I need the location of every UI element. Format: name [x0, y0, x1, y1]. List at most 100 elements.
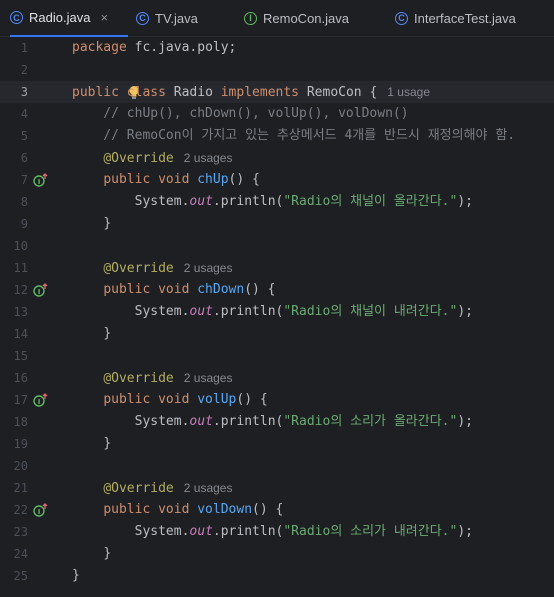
svg-text:I: I [38, 508, 41, 516]
keyword: public void [103, 502, 190, 517]
tab-label: RemoCon.java [263, 10, 349, 26]
class-icon: C [136, 11, 149, 25]
line-number: 8 [20, 195, 28, 209]
interface-name: RemoCon { [299, 85, 378, 100]
code-line: package fc.java.poly; [72, 37, 236, 59]
line-number: 25 [13, 569, 28, 583]
code-line: } [72, 323, 111, 345]
println: .println( [212, 194, 284, 209]
tab-interfacetest-java[interactable]: C InterfaceTest.java [395, 0, 516, 36]
code-line: public class Radio implements RemoCon {1… [72, 81, 430, 103]
line-number: 12 [13, 283, 28, 297]
svg-text:I: I [38, 288, 41, 296]
line-number: 19 [13, 437, 28, 451]
implements-method-icon[interactable]: I [33, 279, 49, 301]
out-field: out [189, 414, 213, 429]
editor-gutter: 1 2 3 4 5 6 7 8 9 10 11 12 13 14 15 16 1… [0, 37, 62, 597]
code-line: @Override 2 usages [72, 147, 232, 169]
tab-radio-java[interactable]: C Radio.java × [10, 0, 128, 37]
system: System. [134, 414, 190, 429]
editor-tab-bar: C Radio.java × C TV.java I RemoCon.java … [0, 0, 554, 37]
line-number: 16 [13, 371, 28, 385]
keyword: public [72, 85, 119, 100]
code-line: System.out.println("Radio의 채널이 올라간다."); [72, 191, 473, 213]
annotation: @Override [103, 261, 174, 276]
line-number: 6 [20, 151, 28, 165]
line-number: 22 [13, 503, 28, 517]
svg-text:I: I [38, 398, 41, 406]
line-number: 1 [20, 41, 28, 55]
tab-label: Radio.java [29, 10, 91, 25]
stmt-end: ); [457, 524, 473, 539]
code-line [72, 59, 139, 99]
line-number: 4 [20, 107, 28, 121]
annotation: @Override [103, 371, 174, 386]
line-number: 13 [13, 305, 28, 319]
line-number: 5 [20, 129, 28, 143]
line-number: 9 [20, 217, 28, 231]
svg-text:I: I [38, 178, 41, 186]
close-icon[interactable]: × [100, 10, 108, 25]
code-line: public void volDown() { [103, 502, 284, 517]
string-literal: "Radio의 채널이 올라간다." [283, 194, 458, 209]
implements-method-icon[interactable]: I [33, 389, 49, 411]
interface-icon: I [244, 11, 257, 25]
code-line: System.out.println("Radio의 소리가 올라간다."); [72, 411, 473, 433]
code-line: } [72, 433, 111, 455]
line-number: 2 [20, 63, 28, 77]
code-line: } [72, 543, 111, 565]
println: .println( [212, 304, 284, 319]
method-name: chDown [197, 282, 245, 297]
line-number: 7 [20, 173, 28, 187]
out-field: out [189, 304, 213, 319]
tab-tv-java[interactable]: C TV.java [136, 0, 198, 36]
out-field: out [189, 524, 213, 539]
keyword: class [126, 85, 166, 100]
usage-hint[interactable]: 2 usages [184, 261, 233, 275]
close-brace: } [72, 568, 80, 583]
usage-hint[interactable]: 2 usages [184, 151, 233, 165]
line-number: 21 [13, 481, 28, 495]
keyword: implements [220, 85, 300, 100]
system: System. [134, 304, 190, 319]
keyword: public void [103, 172, 190, 187]
tab-label: TV.java [155, 10, 198, 26]
system: System. [134, 524, 190, 539]
tab-label: InterfaceTest.java [414, 10, 516, 26]
string-literal: "Radio의 소리가 내려간다." [283, 524, 458, 539]
line-number: 24 [13, 547, 28, 561]
implements-method-icon[interactable]: I [33, 169, 49, 191]
code-line: System.out.println("Radio의 채널이 내려간다."); [72, 301, 473, 323]
usage-hint[interactable]: 1 usage [387, 85, 430, 99]
code-line: public void chDown() { [103, 282, 276, 297]
string-literal: "Radio의 소리가 올라간다." [283, 414, 458, 429]
comment-line: // chUp(), chDown(), volUp(), volDown() [72, 106, 409, 121]
system: System. [134, 194, 190, 209]
class-icon: C [10, 11, 23, 24]
line-number: 17 [13, 393, 28, 407]
keyword: public void [103, 392, 190, 407]
code-line: System.out.println("Radio의 소리가 내려간다."); [72, 521, 473, 543]
stmt-end: ); [457, 414, 473, 429]
code-line: } [72, 213, 111, 235]
implements-method-icon[interactable]: I [33, 499, 49, 521]
annotation: @Override [103, 481, 174, 496]
line-number: 11 [13, 261, 28, 275]
line-number: 3 [20, 85, 28, 99]
close-brace: } [103, 326, 112, 341]
tab-remocon-java[interactable]: I RemoCon.java [244, 0, 349, 36]
line-number: 20 [13, 459, 28, 473]
code-line: @Override 2 usages [72, 257, 232, 279]
println: .println( [212, 524, 284, 539]
usage-hint[interactable]: 2 usages [184, 371, 233, 385]
stmt-end: ); [457, 304, 473, 319]
usage-hint[interactable]: 2 usages [184, 481, 233, 495]
code-line: public void volUp() { [103, 392, 268, 407]
println: .println( [212, 414, 284, 429]
keyword: package [72, 40, 127, 55]
line-number: 23 [13, 525, 28, 539]
close-brace: } [103, 546, 112, 561]
code-line: public void chUp() { [103, 172, 260, 187]
stmt-end: ); [457, 194, 473, 209]
out-field: out [189, 194, 213, 209]
